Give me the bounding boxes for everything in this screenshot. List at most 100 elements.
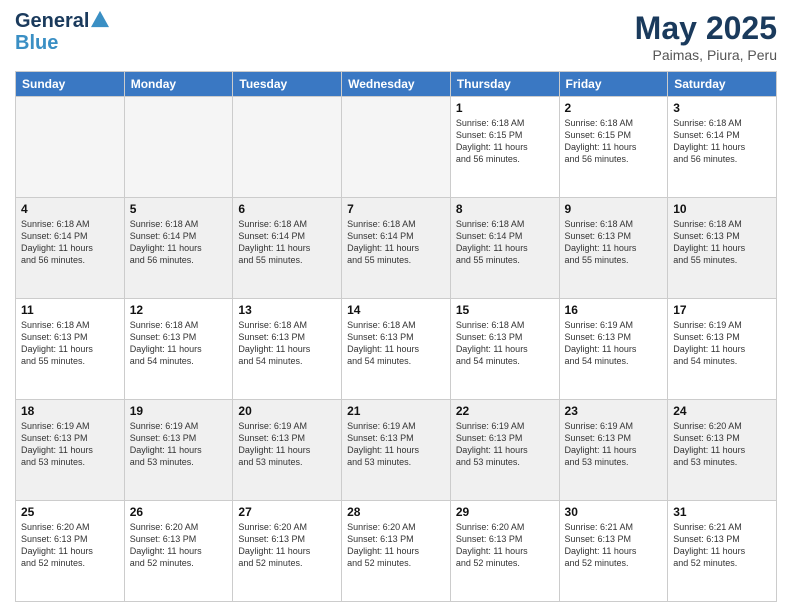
day-info-14: Sunrise: 6:18 AM Sunset: 6:13 PM Dayligh… <box>347 319 445 368</box>
week-row-3: 11 Sunrise: 6:18 AM Sunset: 6:13 PM Dayli… <box>16 299 777 400</box>
day-cell-3-2: 12 Sunrise: 6:18 AM Sunset: 6:13 PM Dayli… <box>124 299 233 400</box>
day-info-3: Sunrise: 6:18 AM Sunset: 6:14 PM Dayligh… <box>673 117 771 166</box>
day-info-29: Sunrise: 6:20 AM Sunset: 6:13 PM Dayligh… <box>456 521 554 570</box>
day-info-6: Sunrise: 6:18 AM Sunset: 6:14 PM Dayligh… <box>238 218 336 267</box>
day-number-2: 2 <box>565 101 663 115</box>
day-info-25: Sunrise: 6:20 AM Sunset: 6:13 PM Dayligh… <box>21 521 119 570</box>
week-row-4: 18 Sunrise: 6:19 AM Sunset: 6:13 PM Dayli… <box>16 400 777 501</box>
day-cell-5-4: 28 Sunrise: 6:20 AM Sunset: 6:13 PM Dayli… <box>342 501 451 602</box>
day-info-17: Sunrise: 6:19 AM Sunset: 6:13 PM Dayligh… <box>673 319 771 368</box>
page: General Blue May 2025 Paimas, Piura, Per… <box>0 0 792 612</box>
header-monday: Monday <box>124 72 233 97</box>
title-block: May 2025 Paimas, Piura, Peru <box>635 10 777 63</box>
day-cell-4-6: 23 Sunrise: 6:19 AM Sunset: 6:13 PM Dayli… <box>559 400 668 501</box>
day-info-31: Sunrise: 6:21 AM Sunset: 6:13 PM Dayligh… <box>673 521 771 570</box>
day-number-3: 3 <box>673 101 771 115</box>
day-cell-5-6: 30 Sunrise: 6:21 AM Sunset: 6:13 PM Dayli… <box>559 501 668 602</box>
header-friday: Friday <box>559 72 668 97</box>
day-info-9: Sunrise: 6:18 AM Sunset: 6:13 PM Dayligh… <box>565 218 663 267</box>
day-cell-3-1: 11 Sunrise: 6:18 AM Sunset: 6:13 PM Dayli… <box>16 299 125 400</box>
day-info-8: Sunrise: 6:18 AM Sunset: 6:14 PM Dayligh… <box>456 218 554 267</box>
day-info-11: Sunrise: 6:18 AM Sunset: 6:13 PM Dayligh… <box>21 319 119 368</box>
location-subtitle: Paimas, Piura, Peru <box>635 47 777 63</box>
day-number-17: 17 <box>673 303 771 317</box>
logo: General Blue <box>15 10 109 54</box>
day-info-18: Sunrise: 6:19 AM Sunset: 6:13 PM Dayligh… <box>21 420 119 469</box>
day-cell-4-7: 24Sunrise: 6:20 AM Sunset: 6:13 PM Dayli… <box>668 400 777 501</box>
day-cell-1-6: 2 Sunrise: 6:18 AM Sunset: 6:15 PM Daylig… <box>559 97 668 198</box>
day-info-13: Sunrise: 6:18 AM Sunset: 6:13 PM Dayligh… <box>238 319 336 368</box>
day-cell-2-3: 6 Sunrise: 6:18 AM Sunset: 6:14 PM Daylig… <box>233 198 342 299</box>
header-sunday: Sunday <box>16 72 125 97</box>
day-info-23: Sunrise: 6:19 AM Sunset: 6:13 PM Dayligh… <box>565 420 663 469</box>
day-cell-1-3 <box>233 97 342 198</box>
day-cell-5-7: 31Sunrise: 6:21 AM Sunset: 6:13 PM Dayli… <box>668 501 777 602</box>
logo-text-blue: Blue <box>15 32 109 54</box>
day-number-25: 25 <box>21 505 119 519</box>
day-number-21: 21 <box>347 404 445 418</box>
day-cell-4-2: 19Sunrise: 6:19 AM Sunset: 6:13 PM Dayli… <box>124 400 233 501</box>
day-info-21: Sunrise: 6:19 AM Sunset: 6:13 PM Dayligh… <box>347 420 445 469</box>
day-number-9: 9 <box>565 202 663 216</box>
day-number-6: 6 <box>238 202 336 216</box>
day-number-5: 5 <box>130 202 228 216</box>
day-number-16: 16 <box>565 303 663 317</box>
day-cell-4-1: 18 Sunrise: 6:19 AM Sunset: 6:13 PM Dayli… <box>16 400 125 501</box>
day-cell-5-2: 26 Sunrise: 6:20 AM Sunset: 6:13 PM Dayli… <box>124 501 233 602</box>
header-saturday: Saturday <box>668 72 777 97</box>
day-number-12: 12 <box>130 303 228 317</box>
day-cell-2-7: 10Sunrise: 6:18 AM Sunset: 6:13 PM Dayli… <box>668 198 777 299</box>
day-cell-3-6: 16 Sunrise: 6:19 AM Sunset: 6:13 PM Dayli… <box>559 299 668 400</box>
day-number-29: 29 <box>456 505 554 519</box>
day-info-2: Sunrise: 6:18 AM Sunset: 6:15 PM Dayligh… <box>565 117 663 166</box>
day-info-26: Sunrise: 6:20 AM Sunset: 6:13 PM Dayligh… <box>130 521 228 570</box>
day-cell-4-5: 22Sunrise: 6:19 AM Sunset: 6:13 PM Dayli… <box>450 400 559 501</box>
day-number-28: 28 <box>347 505 445 519</box>
header-tuesday: Tuesday <box>233 72 342 97</box>
day-number-4: 4 <box>21 202 119 216</box>
day-info-30: Sunrise: 6:21 AM Sunset: 6:13 PM Dayligh… <box>565 521 663 570</box>
day-info-15: Sunrise: 6:18 AM Sunset: 6:13 PM Dayligh… <box>456 319 554 368</box>
day-cell-2-5: 8 Sunrise: 6:18 AM Sunset: 6:14 PM Daylig… <box>450 198 559 299</box>
calendar-table: Sunday Monday Tuesday Wednesday Thursday… <box>15 71 777 602</box>
day-cell-1-1 <box>16 97 125 198</box>
day-number-11: 11 <box>21 303 119 317</box>
month-title: May 2025 <box>635 10 777 47</box>
day-cell-4-3: 20 Sunrise: 6:19 AM Sunset: 6:13 PM Dayli… <box>233 400 342 501</box>
day-number-15: 15 <box>456 303 554 317</box>
day-info-22: Sunrise: 6:19 AM Sunset: 6:13 PM Dayligh… <box>456 420 554 469</box>
day-number-1: 1 <box>456 101 554 115</box>
day-cell-5-1: 25 Sunrise: 6:20 AM Sunset: 6:13 PM Dayli… <box>16 501 125 602</box>
day-info-16: Sunrise: 6:19 AM Sunset: 6:13 PM Dayligh… <box>565 319 663 368</box>
day-cell-1-2 <box>124 97 233 198</box>
day-number-27: 27 <box>238 505 336 519</box>
day-number-14: 14 <box>347 303 445 317</box>
week-row-5: 25 Sunrise: 6:20 AM Sunset: 6:13 PM Dayli… <box>16 501 777 602</box>
day-cell-5-3: 27 Sunrise: 6:20 AM Sunset: 6:13 PM Dayli… <box>233 501 342 602</box>
day-info-12: Sunrise: 6:18 AM Sunset: 6:13 PM Dayligh… <box>130 319 228 368</box>
day-cell-2-1: 4Sunrise: 6:18 AM Sunset: 6:14 PM Daylig… <box>16 198 125 299</box>
day-number-18: 18 <box>21 404 119 418</box>
day-cell-3-3: 13 Sunrise: 6:18 AM Sunset: 6:13 PM Dayli… <box>233 299 342 400</box>
day-number-23: 23 <box>565 404 663 418</box>
header: General Blue May 2025 Paimas, Piura, Per… <box>15 10 777 63</box>
day-info-10: Sunrise: 6:18 AM Sunset: 6:13 PM Dayligh… <box>673 218 771 267</box>
logo-icon <box>91 10 109 28</box>
day-cell-1-4 <box>342 97 451 198</box>
day-cell-2-6: 9 Sunrise: 6:18 AM Sunset: 6:13 PM Daylig… <box>559 198 668 299</box>
weekday-header-row: Sunday Monday Tuesday Wednesday Thursday… <box>16 72 777 97</box>
day-number-20: 20 <box>238 404 336 418</box>
day-info-28: Sunrise: 6:20 AM Sunset: 6:13 PM Dayligh… <box>347 521 445 570</box>
day-cell-1-5: 1 Sunrise: 6:18 AM Sunset: 6:15 PM Daylig… <box>450 97 559 198</box>
header-thursday: Thursday <box>450 72 559 97</box>
day-info-1: Sunrise: 6:18 AM Sunset: 6:15 PM Dayligh… <box>456 117 554 166</box>
day-info-5: Sunrise: 6:18 AM Sunset: 6:14 PM Dayligh… <box>130 218 228 267</box>
day-info-20: Sunrise: 6:19 AM Sunset: 6:13 PM Dayligh… <box>238 420 336 469</box>
day-cell-3-7: 17 Sunrise: 6:19 AM Sunset: 6:13 PM Dayli… <box>668 299 777 400</box>
day-number-13: 13 <box>238 303 336 317</box>
day-number-30: 30 <box>565 505 663 519</box>
day-number-26: 26 <box>130 505 228 519</box>
day-info-27: Sunrise: 6:20 AM Sunset: 6:13 PM Dayligh… <box>238 521 336 570</box>
day-number-7: 7 <box>347 202 445 216</box>
day-number-8: 8 <box>456 202 554 216</box>
